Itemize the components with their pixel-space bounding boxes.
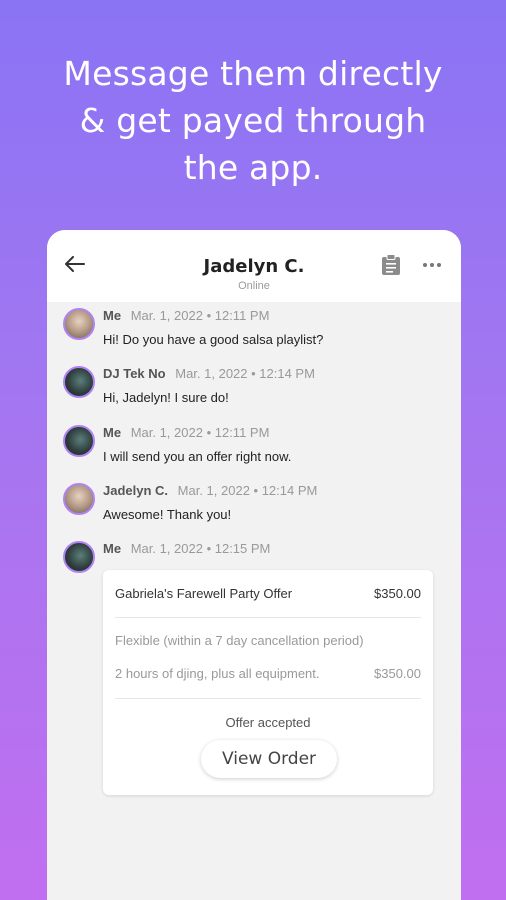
contact-status: Online (238, 280, 270, 292)
message-timestamp: Mar. 1, 2022 • 12:11 PM (130, 308, 270, 323)
message-sender: Jadelyn C. (103, 483, 169, 498)
view-order-button[interactable]: View Order (201, 740, 337, 778)
clipboard-icon[interactable] (381, 254, 401, 276)
divider (115, 698, 421, 699)
message-text: Awesome! Thank you! (103, 507, 232, 522)
avatar (63, 425, 95, 457)
offer-line-item-price: $350.00 (374, 666, 421, 681)
message-sender: Me (103, 541, 122, 556)
message-text: I will send you an offer right now. (103, 449, 292, 464)
message-sender: DJ Tek No (103, 366, 166, 381)
message-sender: Me (103, 308, 122, 323)
message-text: Hi, Jadelyn! I sure do! (103, 390, 229, 405)
message-timestamp: Mar. 1, 2022 • 12:14 PM (175, 366, 315, 381)
chat-screen: Jadelyn C. Online Me Mar. 1, 2022 • 12:1… (47, 230, 461, 900)
message-timestamp: Mar. 1, 2022 • 12:15 PM (130, 541, 271, 556)
avatar (63, 366, 95, 398)
offer-title: Gabriela's Farewell Party Offer (115, 586, 293, 601)
message-timestamp: Mar. 1, 2022 • 12:11 PM (130, 425, 270, 440)
avatar (63, 541, 95, 573)
chat-header: Jadelyn C. Online (47, 230, 461, 302)
more-options-icon[interactable] (422, 262, 442, 268)
avatar (63, 483, 95, 515)
headline-line-2: & get payed through (79, 101, 427, 140)
headline-line-1: Message them directly (63, 54, 443, 93)
avatar (63, 308, 95, 340)
offer-card: Gabriela's Farewell Party Offer $350.00 … (103, 570, 433, 795)
promo-headline: Message them directly & get payed throug… (0, 50, 506, 191)
message-sender: Me (103, 425, 122, 440)
message-timestamp: Mar. 1, 2022 • 12:14 PM (177, 483, 318, 498)
offer-line-item: 2 hours of djing, plus all equipment. (115, 666, 320, 681)
divider (115, 617, 421, 618)
offer-price: $350.00 (374, 586, 421, 601)
offer-cancellation-terms: Flexible (within a 7 day cancellation pe… (115, 633, 364, 648)
headline-line-3: the app. (183, 148, 323, 187)
offer-status: Offer accepted (225, 715, 311, 730)
message-text: Hi! Do you have a good salsa playlist? (103, 332, 324, 347)
